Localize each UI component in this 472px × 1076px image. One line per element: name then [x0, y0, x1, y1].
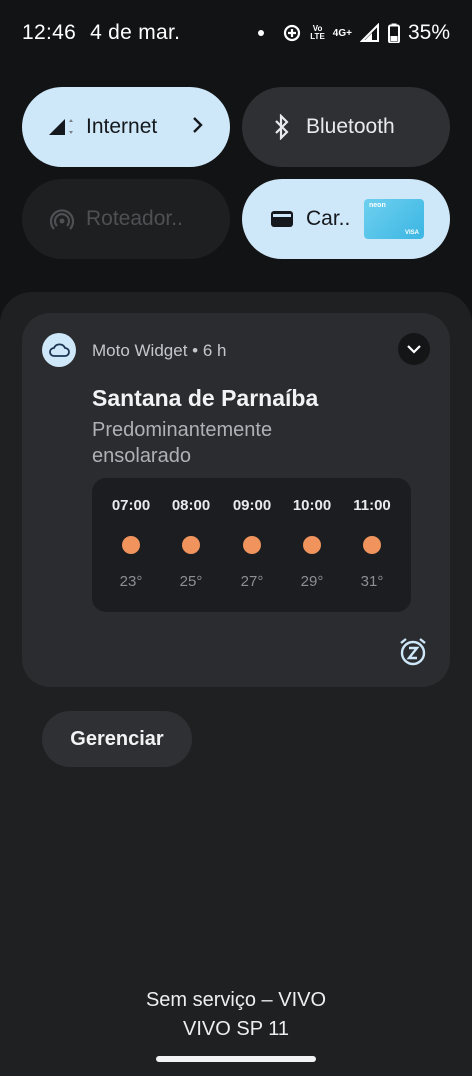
notification-title: Santana de Parnaíba [92, 385, 319, 411]
manage-button[interactable]: Gerenciar [42, 711, 192, 767]
credit-card-thumbnail: neon VISA [364, 199, 424, 239]
forecast-temp: 31° [360, 573, 384, 590]
signal-icon [48, 113, 76, 141]
tile-internet-label: Internet [86, 115, 158, 138]
bluetooth-icon [268, 113, 296, 141]
carrier-status: Sem serviço – VIVO [145, 989, 327, 1011]
tile-hotspot[interactable]: Roteador.. [22, 179, 230, 259]
header-separator: • [192, 341, 199, 360]
forecast-hour: 10:00 29° [281, 478, 343, 612]
forecast-temp: 29° [300, 573, 324, 590]
signal-icon [359, 23, 380, 43]
network-type: 4G+ [332, 27, 352, 39]
notification-dot-icon [258, 30, 265, 36]
notification-age: 6 h [202, 341, 227, 360]
forecast-hour: 11:00 31° [341, 478, 403, 612]
battery-percent: 35% [407, 21, 450, 44]
expand-button[interactable] [398, 333, 430, 365]
notification-header: Moto Widget • 6 h [92, 341, 227, 361]
tile-bluetooth[interactable]: Bluetooth [242, 87, 450, 167]
battery-icon [387, 23, 400, 43]
forecast-hour: 08:00 25° [160, 478, 222, 612]
forecast-time: 08:00 [171, 497, 211, 514]
card-brand: neon [369, 202, 386, 209]
tile-wallet[interactable]: Car.. neon VISA [242, 179, 450, 259]
volte-icon: Vo LTE [310, 25, 325, 41]
notification-body: Predominantemente ensolarado [92, 419, 273, 467]
sun-icon [243, 536, 261, 554]
forecast-temp: 25° [179, 573, 203, 590]
hourly-forecast: 07:00 23° 08:00 25° 09:00 27° 10:00 29° … [92, 478, 411, 612]
notification-card[interactable]: Moto Widget • 6 h Santana de Parnaíba Pr… [22, 313, 450, 687]
cloud-icon [42, 333, 76, 367]
status-bar: 12:46 4 de mar. Vo LTE 4G+ 35% [0, 0, 472, 66]
forecast-time: 11:00 [353, 497, 391, 514]
forecast-temp: 27° [240, 573, 264, 590]
forecast-hour: 07:00 23° [100, 478, 162, 612]
volte-bottom: LTE [310, 32, 325, 41]
tile-wallet-label: Car.. [306, 207, 351, 230]
forecast-time: 09:00 [232, 497, 272, 514]
forecast-temp: 23° [119, 573, 143, 590]
forecast-time: 10:00 [292, 497, 332, 514]
sun-icon [182, 536, 200, 554]
snooze-icon[interactable] [398, 637, 428, 667]
data-saver-icon [282, 23, 302, 43]
status-time: 12:46 [22, 21, 77, 44]
gesture-handle[interactable] [156, 1056, 316, 1062]
tile-hotspot-label: Roteador.. [86, 207, 183, 230]
tile-bluetooth-label: Bluetooth [306, 115, 395, 138]
status-icons: Vo LTE 4G+ 35% [258, 21, 450, 45]
sun-icon [363, 536, 381, 554]
status-date: 4 de mar. [90, 21, 181, 44]
app-name: Moto Widget [92, 341, 188, 360]
carrier-name: VIVO SP 11 [183, 1018, 289, 1040]
sun-icon [122, 536, 140, 554]
wallet-icon [268, 205, 296, 233]
forecast-time: 07:00 [111, 497, 151, 514]
card-network: VISA [404, 230, 419, 236]
sun-icon [303, 536, 321, 554]
tile-internet[interactable]: Internet [22, 87, 230, 167]
chevron-right-icon[interactable] [192, 114, 204, 140]
hotspot-icon [48, 205, 76, 233]
forecast-hour: 09:00 27° [221, 478, 283, 612]
